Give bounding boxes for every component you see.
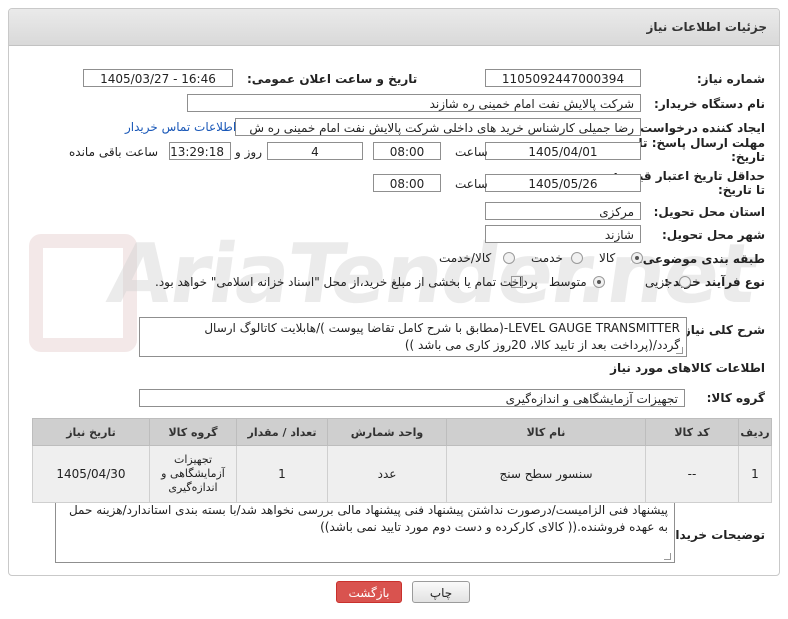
buyer-notes-label: توضیحات خریدار:	[663, 528, 765, 542]
city-label: شهر محل تحویل:	[661, 228, 765, 242]
resize-grip-icon[interactable]	[676, 347, 683, 354]
creator-field: رضا جمیلی کارشناس خرید های داخلی شرکت پا…	[235, 118, 641, 136]
need-number-field: 1105092447000394	[485, 69, 641, 87]
resize-grip-icon[interactable]	[664, 553, 671, 560]
announce-field: 1405/03/27 - 16:46	[83, 69, 233, 87]
need-number-label: شماره نیاز:	[696, 72, 765, 86]
category-label: طبقه بندی موضوعی:	[637, 252, 765, 266]
goods-section-title: اطلاعات کالاهای مورد نیاز	[610, 361, 765, 375]
province-label: استان محل تحویل:	[653, 205, 765, 219]
general-desc-field: LEVEL GAUGE TRANSMITTER-(مطابق با شرح کا…	[139, 317, 687, 357]
col-qty: تعداد / مقدار	[236, 418, 328, 446]
contact-buyer-link[interactable]: اطلاعات تماس خریدار	[125, 120, 236, 134]
cell-qty: 1	[236, 445, 328, 503]
panel-title: جزئیات اطلاعات نیاز	[646, 20, 767, 34]
col-code: کد کالا	[645, 418, 739, 446]
col-row: ردیف	[738, 418, 772, 446]
col-group: گروه کالا	[149, 418, 237, 446]
panel-header: جزئیات اطلاعات نیاز	[9, 9, 779, 46]
category-radio-goods[interactable]	[631, 252, 643, 264]
days-field: 4	[267, 142, 363, 160]
back-button[interactable]: بازگشت	[336, 581, 402, 603]
deadline-date-field: 1405/04/01	[485, 142, 641, 160]
process-radio-minor[interactable]	[679, 276, 691, 288]
cell-group: تجهیزات آزمایشگاهی و اندازه‌گیری	[149, 445, 237, 503]
goods-table: ردیف کد کالا نام کالا واحد شمارش تعداد /…	[32, 418, 772, 503]
col-name: نام کالا	[446, 418, 646, 446]
goods-group-field: تجهیزات آزمایشگاهی و اندازه‌گیری	[139, 389, 685, 407]
buyer-org-field: شرکت پالایش نفت امام خمینی ره شازند	[187, 94, 641, 112]
deadline-label: مهلت ارسال پاسخ: تا	[638, 136, 766, 150]
remaining-label: ساعت باقی مانده	[69, 145, 159, 159]
deadline-label-2: تاریخ:	[731, 150, 765, 164]
general-desc-label: شرح کلی نیاز:	[679, 323, 765, 337]
cell-date: 1405/04/30	[32, 445, 150, 503]
print-button[interactable]: چاپ	[412, 581, 470, 603]
city-field: شازند	[485, 225, 641, 243]
process-option-medium: متوسط	[549, 275, 587, 289]
col-unit: واحد شمارش	[327, 418, 447, 446]
buyer-org-label: نام دستگاه خریدار:	[654, 97, 765, 111]
process-radio-medium[interactable]	[593, 276, 605, 288]
validity-time-field: 08:00	[373, 174, 441, 192]
category-radio-service[interactable]	[571, 252, 583, 264]
validity-date-field: 1405/05/26	[485, 174, 641, 192]
category-option-goods: کالا	[599, 251, 616, 265]
days-label: روز و	[235, 145, 262, 159]
goods-group-label: گروه کالا:	[706, 391, 765, 405]
cell-name: سنسور سطح سنج	[446, 445, 646, 503]
process-option-minor: جزیی	[645, 275, 673, 289]
cell-code: --	[645, 445, 739, 503]
validity-label-2: تا تاریخ:	[717, 183, 765, 197]
creator-label: ایجاد کننده درخواست:	[635, 121, 765, 135]
buyer-notes-field: پیشنهاد فنی الزامیست/درصورت نداشتن پیشنه…	[55, 499, 675, 563]
cell-unit: عدد	[327, 445, 447, 503]
category-radio-goods-service[interactable]	[503, 252, 515, 264]
validity-time-label: ساعت	[455, 177, 488, 191]
cell-row: 1	[738, 445, 772, 503]
category-option-service: خدمت	[531, 251, 563, 265]
deadline-time-label: ساعت	[455, 145, 488, 159]
category-option-goods-service: کالا/خدمت	[439, 251, 492, 265]
table-row: 1 -- سنسور سطح سنج عدد 1 تجهیزات آزمایشگ…	[32, 445, 772, 503]
province-field: مرکزی	[485, 202, 641, 220]
col-date: تاریخ نیاز	[32, 418, 150, 446]
deadline-time-field: 08:00	[373, 142, 441, 160]
goods-table-header: ردیف کد کالا نام کالا واحد شمارش تعداد /…	[32, 418, 772, 446]
announce-label: تاریخ و ساعت اعلان عمومی:	[247, 72, 418, 86]
payment-note: پرداخت تمام یا بخشی از مبلغ خرید،از محل …	[155, 275, 538, 289]
remaining-time-field: 13:29:18	[169, 142, 231, 160]
